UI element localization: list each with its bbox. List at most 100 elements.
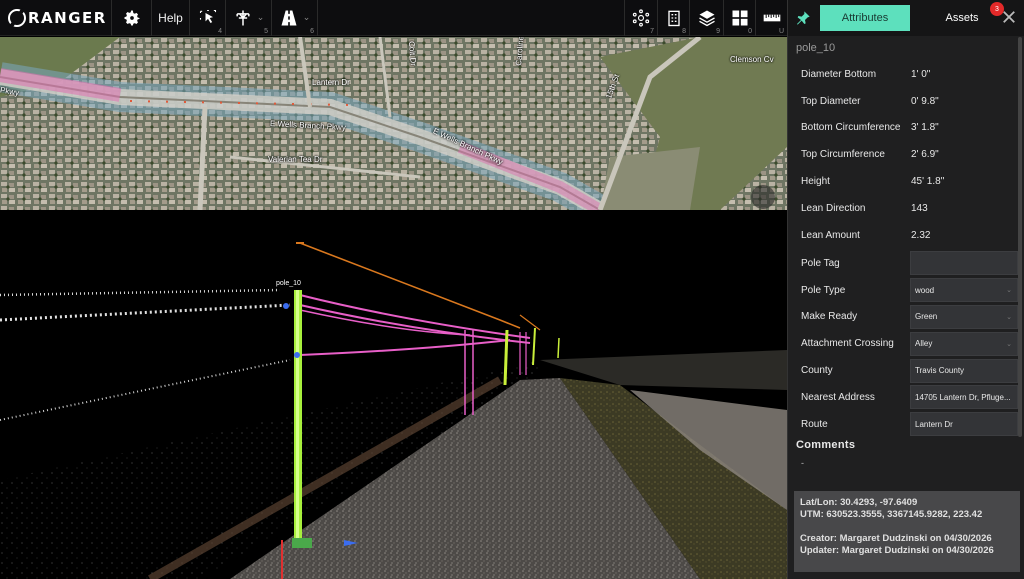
point-cloud-scene bbox=[0, 210, 787, 579]
hotkey-label: 7 bbox=[650, 27, 654, 35]
attribute-row: Top Circumference 2' 6.9" bbox=[788, 141, 1024, 168]
attribute-label: Diameter Bottom bbox=[801, 68, 877, 80]
field-select[interactable]: wood ⌄ bbox=[910, 278, 1018, 303]
attribute-row: Lean Amount 2.32 bbox=[788, 222, 1024, 249]
field-input[interactable]: Lantern Dr bbox=[910, 412, 1018, 437]
panel-header: Attributes Assets 3 bbox=[788, 0, 1024, 36]
hotkey-label: 5 bbox=[264, 27, 268, 35]
field-row: Pole Type wood ⌄ bbox=[788, 277, 1024, 304]
field-row: Make Ready Green ⌄ bbox=[788, 304, 1024, 331]
attribute-value: 45' 1.8" bbox=[911, 176, 945, 188]
point-cloud-viewer[interactable]: pole_10 bbox=[0, 210, 787, 579]
chevron-down-icon: ⌄ bbox=[1006, 287, 1012, 295]
layers-button[interactable]: 9 bbox=[690, 0, 724, 36]
attribute-label: Top Circumference bbox=[801, 149, 885, 161]
network-icon bbox=[632, 8, 650, 27]
attribute-value: 2' 6.9" bbox=[911, 149, 939, 161]
field-value: Green bbox=[915, 312, 938, 322]
settings-button[interactable] bbox=[112, 0, 152, 36]
creator-text: Creator: Margaret Dudzinski on 04/30/202… bbox=[800, 533, 992, 544]
hotkey-label: 9 bbox=[716, 27, 720, 35]
field-select[interactable]: Alley ⌄ bbox=[910, 331, 1018, 356]
close-icon[interactable] bbox=[1000, 8, 1018, 26]
utm-text: UTM: 630523.3555, 3367145.9282, 223.42 bbox=[800, 509, 983, 520]
field-row: Pole Tag bbox=[788, 250, 1024, 277]
attribute-row: Top Diameter 0' 9.8" bbox=[788, 88, 1024, 115]
ranger-logo[interactable]: RANGER bbox=[0, 0, 112, 36]
field-input[interactable]: 14705 Lantern Dr, Pfluge... bbox=[910, 385, 1018, 410]
top-toolbar: RANGER Help 4 ⌄ 5 ⌄ 6 7 8 9 0 U bbox=[0, 0, 787, 36]
attributes-panel: Attributes Assets 3 pole_10 Diameter Bot… bbox=[787, 0, 1024, 579]
hotkey-label: 6 bbox=[310, 27, 314, 35]
app-name: RANGER bbox=[28, 8, 107, 27]
measure-tool-button[interactable]: U bbox=[756, 0, 787, 36]
comments-value: - bbox=[801, 458, 804, 468]
attribute-label: Lean Direction bbox=[801, 202, 866, 214]
attribute-value: 1' 0" bbox=[911, 68, 931, 80]
field-value: Alley bbox=[915, 339, 933, 349]
map-imagery bbox=[0, 37, 787, 210]
map-road-label: Clemson Cv bbox=[730, 55, 774, 64]
logo-icon bbox=[8, 8, 26, 27]
field-input[interactable]: Travis County bbox=[910, 358, 1018, 383]
road-tool-button[interactable]: ⌄ 6 bbox=[272, 0, 318, 36]
field-label: Nearest Address bbox=[801, 391, 875, 403]
field-label: Make Ready bbox=[801, 311, 858, 323]
attribute-label: Height bbox=[801, 176, 830, 188]
field-row: Nearest Address 14705 Lantern Dr, Pfluge.… bbox=[788, 384, 1024, 411]
help-button[interactable]: Help bbox=[152, 0, 190, 36]
attribute-row: Diameter Bottom 1' 0" bbox=[788, 61, 1024, 88]
comments-heading: Comments bbox=[796, 439, 856, 451]
layers-icon bbox=[698, 10, 715, 26]
grid-view-button[interactable]: 0 bbox=[724, 0, 756, 36]
chevron-down-icon: ⌄ bbox=[302, 12, 311, 22]
grid-icon bbox=[732, 10, 747, 25]
satellite-map[interactable]: Pkwy E Wells Branch Pkwy E Wells Branch … bbox=[0, 37, 787, 210]
attribute-label: Top Diameter bbox=[801, 95, 861, 107]
ruler-icon bbox=[763, 14, 780, 21]
attribute-value: 143 bbox=[911, 202, 928, 214]
field-input[interactable] bbox=[910, 251, 1018, 276]
attribute-label: Bottom Circumference bbox=[801, 122, 901, 134]
select-tool-button[interactable]: 4 bbox=[190, 0, 226, 36]
hotkey-label: U bbox=[778, 27, 784, 35]
road-icon bbox=[281, 10, 297, 25]
hotkey-label: 0 bbox=[748, 27, 752, 35]
attribute-value: 3' 1.8" bbox=[911, 122, 939, 134]
field-row: County Travis County bbox=[788, 357, 1024, 384]
map-road-label: Lantern Dr bbox=[312, 78, 350, 87]
lat-lon-text: Lat/Lon: 30.4293, -97.6409 bbox=[800, 497, 918, 508]
building-icon bbox=[667, 10, 680, 26]
attribute-value: 0' 9.8" bbox=[911, 95, 939, 107]
tab-attributes[interactable]: Attributes bbox=[820, 5, 910, 31]
ranger-app: RANGER Help 4 ⌄ 5 ⌄ 6 7 8 9 0 U Pkwy E W… bbox=[0, 0, 1024, 579]
field-label: Pole Type bbox=[801, 284, 846, 296]
chevron-down-icon: ⌄ bbox=[256, 12, 265, 22]
attribute-row: Bottom Circumference 3' 1.8" bbox=[788, 115, 1024, 142]
field-label: Attachment Crossing bbox=[801, 338, 894, 350]
chevron-down-icon: ⌄ bbox=[1006, 313, 1012, 321]
building-tool-button[interactable]: 8 bbox=[658, 0, 690, 36]
attribute-row: Height 45' 1.8" bbox=[788, 168, 1024, 195]
attribute-row: Lean Direction 143 bbox=[788, 195, 1024, 222]
field-label: County bbox=[801, 365, 833, 377]
field-row: Attachment Crossing Alley ⌄ bbox=[788, 330, 1024, 357]
power-pole-icon bbox=[236, 10, 250, 25]
field-value: wood bbox=[915, 285, 935, 295]
cursor-select-icon bbox=[199, 9, 216, 23]
attribute-value: 2.32 bbox=[911, 229, 931, 241]
network-tool-button[interactable]: 7 bbox=[624, 0, 658, 36]
field-select[interactable]: Green ⌄ bbox=[910, 304, 1018, 329]
location-info-box: Lat/Lon: 30.4293, -97.6409 UTM: 630523.3… bbox=[794, 491, 1020, 572]
field-row: Route Lantern Dr bbox=[788, 411, 1024, 438]
pin-button[interactable] bbox=[792, 7, 814, 29]
pole-tool-button[interactable]: ⌄ 5 bbox=[226, 0, 272, 36]
pole-label: pole_10 bbox=[276, 280, 301, 287]
pin-icon bbox=[797, 11, 810, 25]
pole-title: pole_10 bbox=[796, 42, 836, 54]
hotkey-label: 4 bbox=[218, 27, 222, 35]
updater-text: Updater: Margaret Dudzinski on 04/30/202… bbox=[800, 545, 994, 556]
map-road-label: Valerian Tea Dr bbox=[268, 155, 323, 164]
field-value: 14705 Lantern Dr, Pfluge... bbox=[915, 392, 1011, 402]
